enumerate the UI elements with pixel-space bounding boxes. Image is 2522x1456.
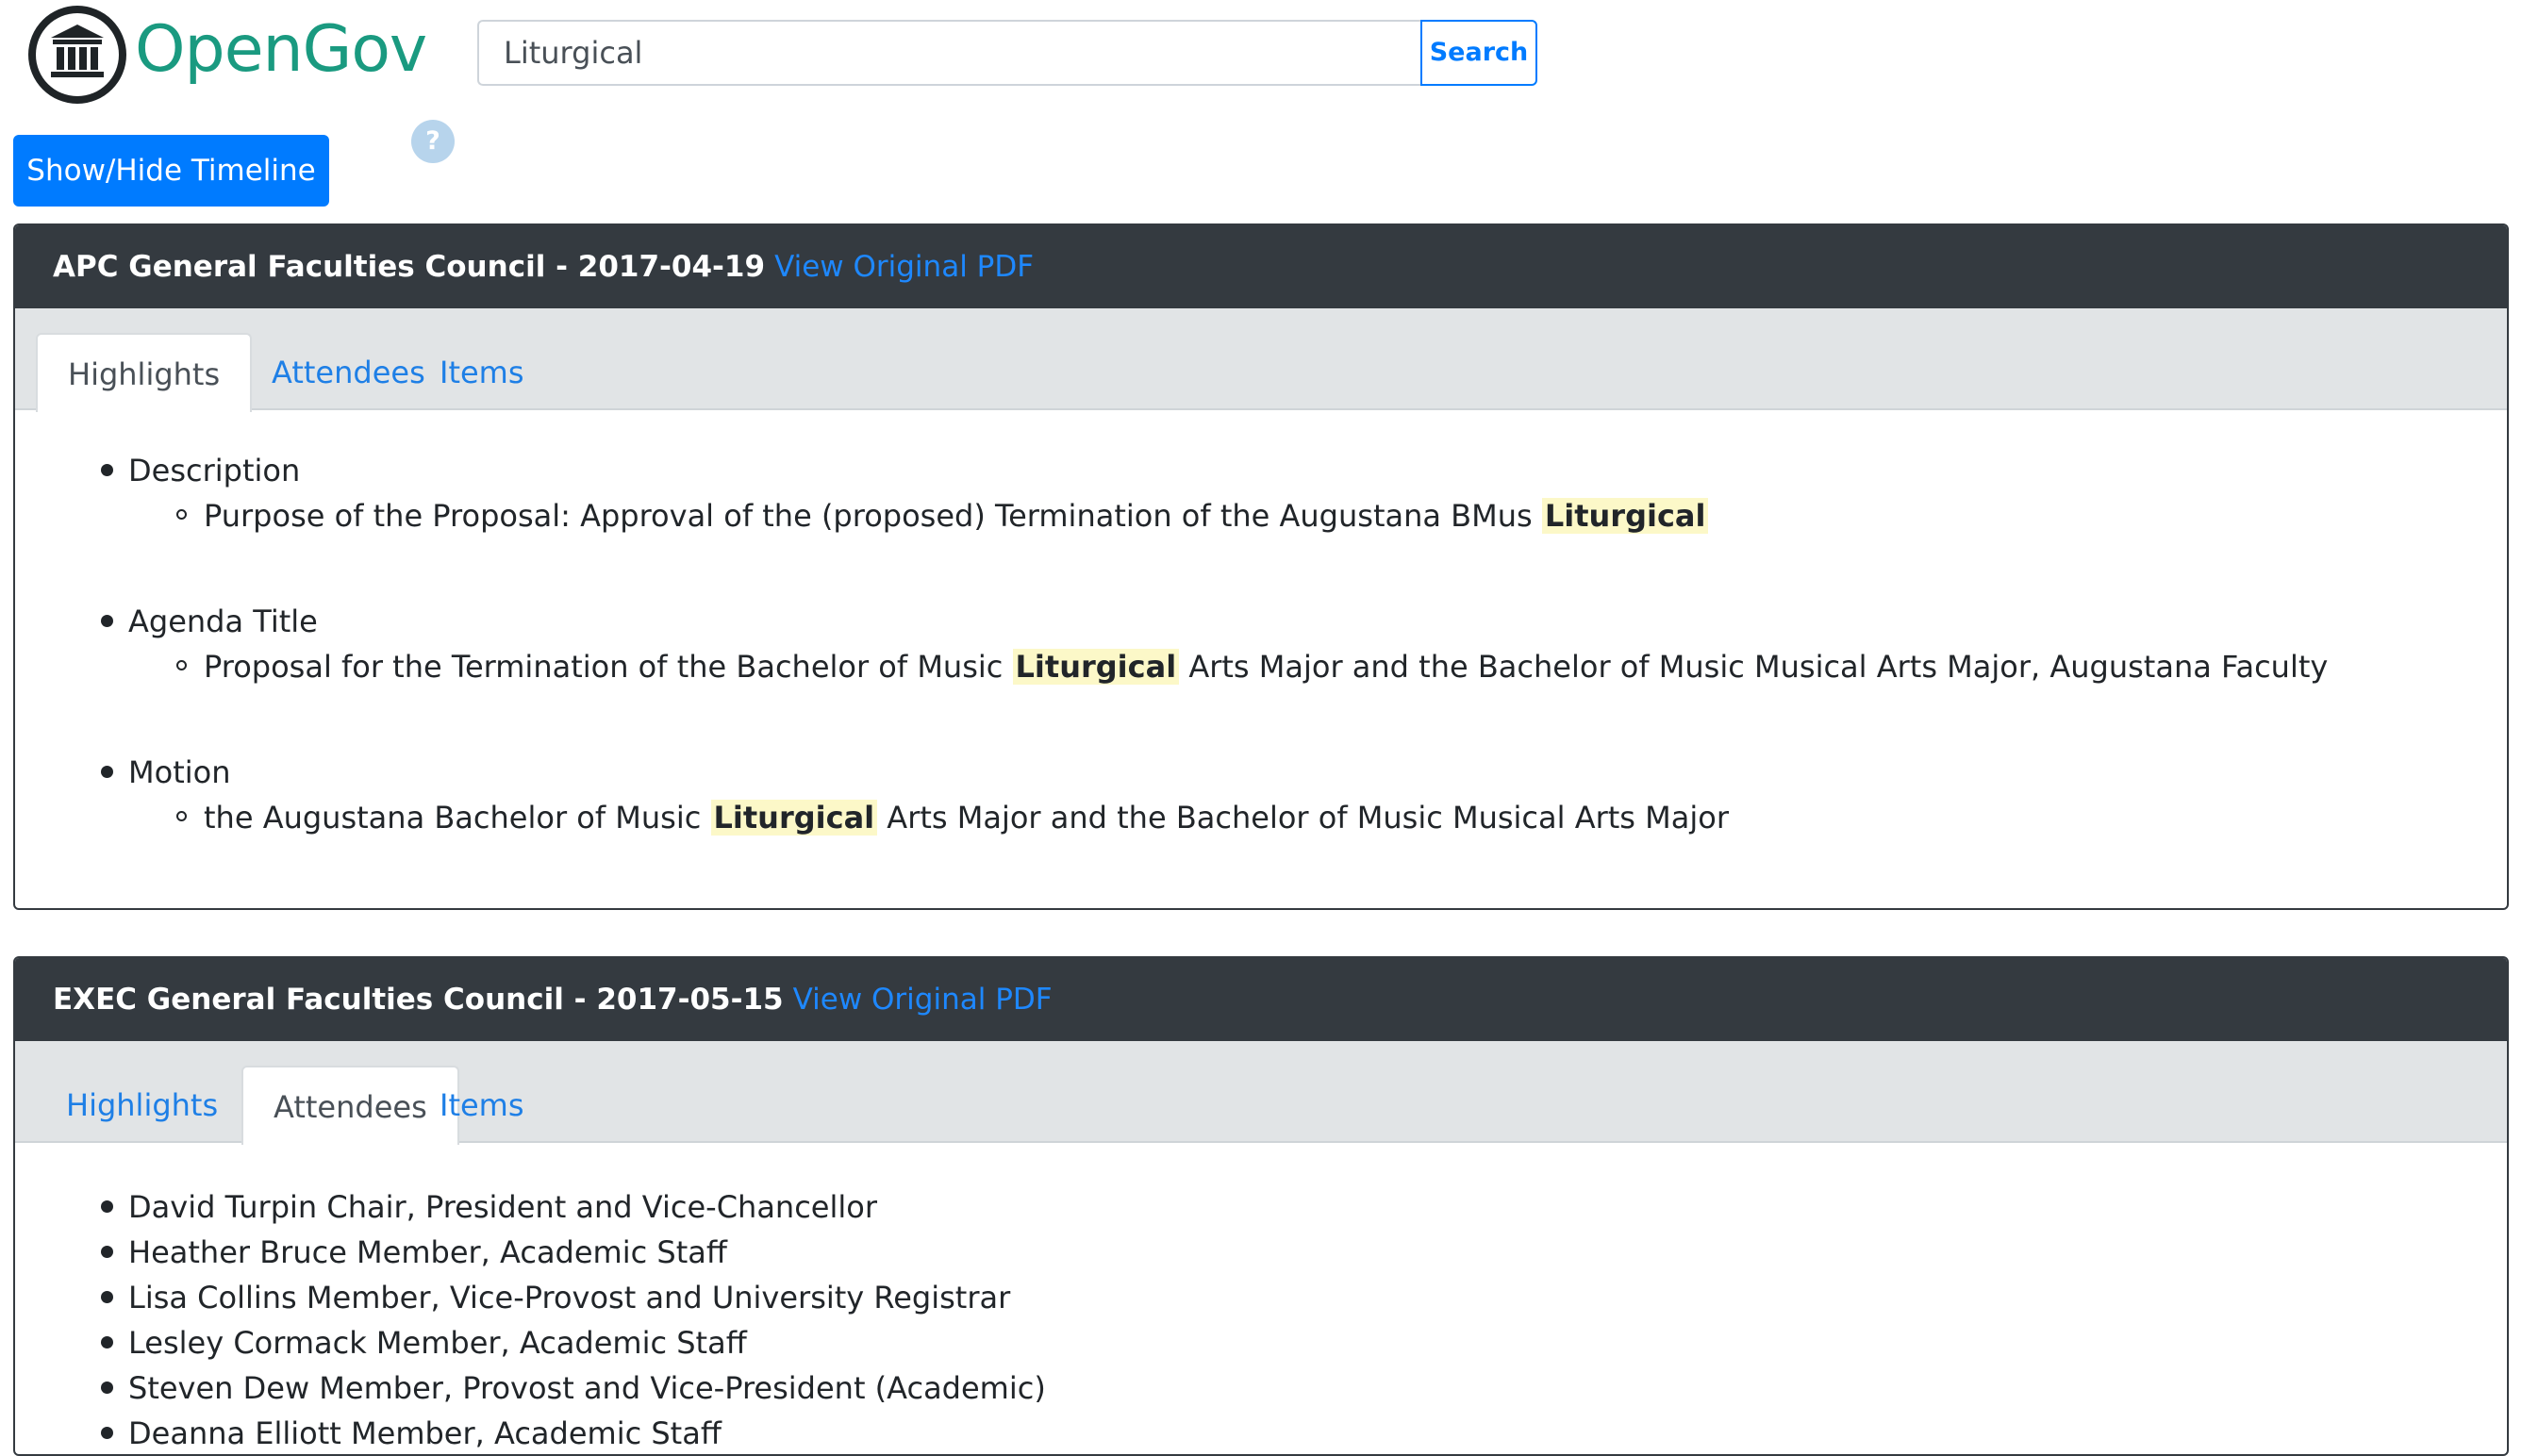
card-header: EXEC General Faculties Council - 2017-05… bbox=[15, 958, 2507, 1041]
card-header: APC General Faculties Council - 2017-04-… bbox=[15, 225, 2507, 308]
tab-items[interactable]: Items bbox=[409, 333, 555, 412]
meeting-title: APC General Faculties Council - 2017-04-… bbox=[53, 250, 766, 284]
view-original-pdf-link[interactable]: View Original PDF bbox=[793, 983, 1053, 1017]
meeting-card-apc: APC General Faculties Council - 2017-04-… bbox=[13, 223, 2509, 910]
bullet-icon bbox=[101, 615, 113, 627]
bullet-icon bbox=[101, 1200, 113, 1213]
highlight-group: Motion the Augustana Bachelor of Music L… bbox=[15, 750, 2507, 840]
brand-name[interactable]: OpenGov bbox=[135, 8, 427, 92]
help-icon[interactable]: ? bbox=[411, 120, 455, 163]
bullet-icon bbox=[101, 1336, 113, 1348]
highlights-panel: Description Purpose of the Proposal: App… bbox=[15, 410, 2507, 840]
tab-highlights[interactable]: Highlights bbox=[36, 1066, 248, 1145]
meeting-title: EXEC General Faculties Council - 2017-05… bbox=[53, 983, 784, 1017]
bank-building-icon[interactable] bbox=[26, 4, 128, 106]
bullet-icon bbox=[101, 766, 113, 778]
highlight-title: Motion bbox=[15, 750, 2507, 795]
highlight-title: Description bbox=[15, 448, 2507, 493]
bullet-circle-icon bbox=[176, 509, 187, 520]
bullet-circle-icon bbox=[176, 811, 187, 821]
search-match: Liturgical bbox=[1012, 649, 1180, 685]
meeting-card-exec: EXEC General Faculties Council - 2017-05… bbox=[13, 956, 2509, 1456]
highlight-title: Agenda Title bbox=[15, 599, 2507, 644]
highlight-group: Agenda Title Proposal for the Terminatio… bbox=[15, 599, 2507, 689]
tab-bar: Highlights Attendees Items bbox=[15, 308, 2507, 412]
attendee-item: Deanna Elliott Member, Academic Staff bbox=[15, 1411, 2507, 1454]
attendee-item: Lesley Cormack Member, Academic Staff bbox=[15, 1320, 2507, 1365]
tab-bar: Highlights Attendees Items bbox=[15, 1041, 2507, 1145]
bullet-icon bbox=[101, 1291, 113, 1303]
highlight-text: the Augustana Bachelor of Music Liturgic… bbox=[15, 795, 2507, 840]
tab-highlights[interactable]: Highlights bbox=[36, 333, 253, 412]
bullet-circle-icon bbox=[176, 660, 187, 670]
search-input[interactable] bbox=[477, 20, 1420, 86]
bullet-icon bbox=[101, 1382, 113, 1394]
attendees-list: David Turpin Chair, President and Vice-C… bbox=[15, 1143, 2507, 1454]
view-original-pdf-link[interactable]: View Original PDF bbox=[774, 250, 1034, 284]
show-hide-timeline-button[interactable]: Show/Hide Timeline bbox=[13, 135, 329, 207]
attendee-item: Heather Bruce Member, Academic Staff bbox=[15, 1230, 2507, 1275]
search-match: Liturgical bbox=[1541, 498, 1709, 534]
attendee-item: Lisa Collins Member, Vice-Provost and Un… bbox=[15, 1275, 2507, 1320]
bullet-icon bbox=[101, 464, 113, 476]
highlight-group: Description Purpose of the Proposal: App… bbox=[15, 448, 2507, 538]
bullet-icon bbox=[101, 1246, 113, 1258]
tab-items[interactable]: Items bbox=[409, 1066, 555, 1145]
bullet-icon bbox=[101, 1427, 113, 1439]
search-match: Liturgical bbox=[710, 800, 878, 836]
highlight-text: Proposal for the Termination of the Bach… bbox=[15, 644, 2507, 689]
attendee-item: Steven Dew Member, Provost and Vice-Pres… bbox=[15, 1365, 2507, 1411]
attendee-item: David Turpin Chair, President and Vice-C… bbox=[15, 1184, 2507, 1230]
highlight-text: Purpose of the Proposal: Approval of the… bbox=[15, 493, 2507, 538]
search-button[interactable]: Search bbox=[1420, 20, 1537, 86]
